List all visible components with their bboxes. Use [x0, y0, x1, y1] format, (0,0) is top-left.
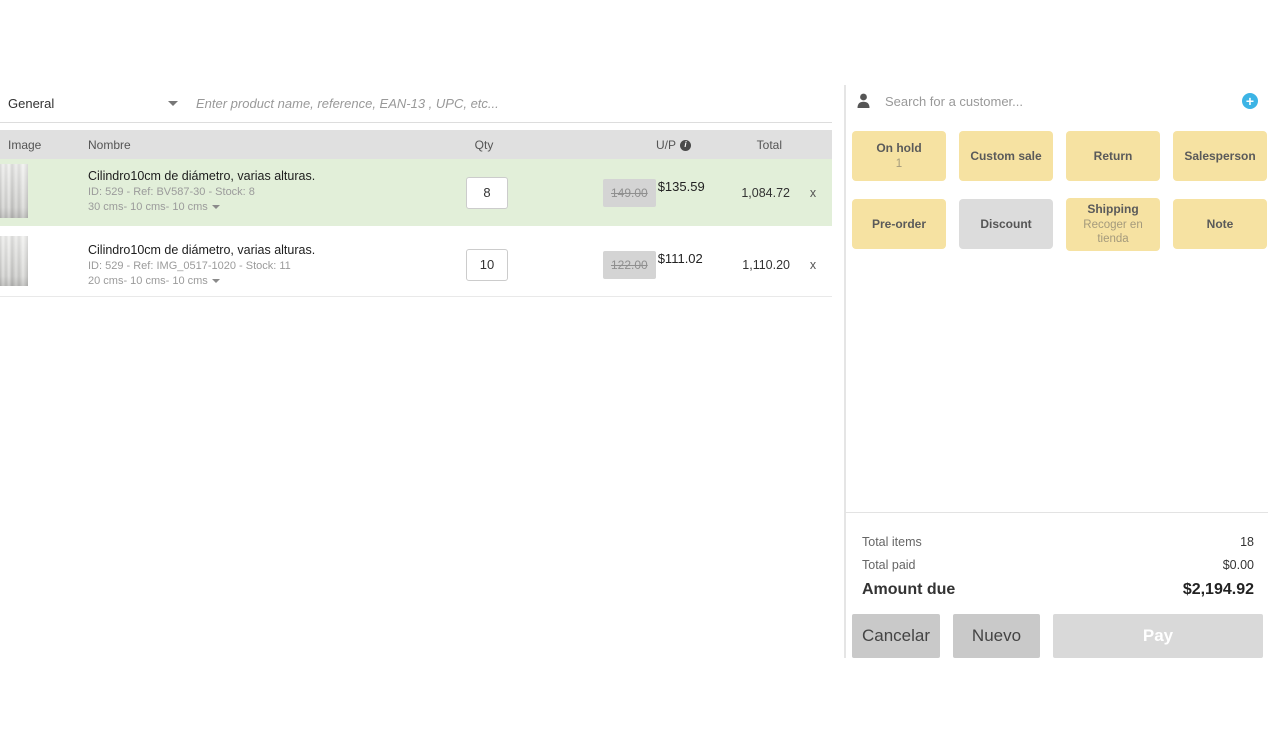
totals-divider: [845, 512, 1268, 513]
return-label: Return: [1093, 148, 1133, 163]
product-info: Cilindro10cm de diámetro, varias alturas…: [88, 169, 315, 213]
custom-sale-label: Custom sale: [970, 148, 1042, 163]
on-hold-button[interactable]: On hold 1: [852, 131, 946, 181]
total-items-row: Total items 18: [862, 535, 1254, 549]
customer-search-input[interactable]: [883, 92, 1242, 110]
add-customer-button[interactable]: +: [1242, 93, 1258, 109]
customer-search-bar: +: [856, 88, 1258, 114]
note-button[interactable]: Note: [1173, 199, 1267, 250]
panel-divider: [844, 85, 846, 658]
chevron-down-icon: [211, 205, 220, 209]
return-button[interactable]: Return: [1066, 131, 1160, 181]
product-name: Cilindro10cm de diámetro, varias alturas…: [88, 169, 316, 183]
order-totals: Total items 18 Total paid $0.00 Amount d…: [862, 535, 1254, 608]
qty-input[interactable]: [466, 248, 508, 281]
custom-sale-button[interactable]: Custom sale: [959, 131, 1053, 181]
current-price: $111.02: [657, 250, 703, 266]
amount-due-label: Amount due: [862, 581, 956, 598]
pos-action-buttons: On hold 1 Custom sale Return Salesperson…: [852, 131, 1267, 251]
product-variant-label: 20 cms- 10 cms- 10 cms: [88, 275, 208, 287]
shipping-button[interactable]: Shipping Recoger en tienda: [1066, 198, 1160, 251]
column-header-qty: Qty: [474, 138, 494, 152]
remove-item-button[interactable]: x: [806, 186, 820, 200]
cart-table-header: Image Nombre Qty U/P i Total: [0, 130, 832, 160]
cart-row: Cilindro10cm de diámetro, varias alturas…: [0, 233, 832, 297]
column-header-name: Nombre: [88, 138, 131, 152]
note-label: Note: [1206, 216, 1234, 231]
on-hold-count: 1: [895, 157, 903, 170]
current-price: $135.59: [657, 178, 705, 194]
chevron-down-icon: [211, 279, 220, 283]
product-variant-label: 30 cms- 10 cms- 10 cms: [88, 201, 208, 213]
cancel-button[interactable]: Cancelar: [852, 614, 940, 658]
column-header-image: Image: [8, 138, 42, 152]
salesperson-button[interactable]: Salesperson: [1173, 131, 1267, 181]
shipping-method-label: Recoger en tienda: [1083, 219, 1143, 246]
product-info: Cilindro10cm de diámetro, varias alturas…: [88, 243, 315, 287]
product-meta: ID: 529 - Ref: BV587-30 - Stock: 8: [88, 186, 255, 198]
total-items-label: Total items: [862, 535, 922, 549]
shipping-label: Shipping: [1087, 202, 1139, 216]
total-items-value: 18: [1240, 535, 1254, 549]
old-price: 149.00: [603, 178, 656, 207]
unit-price-label: U/P: [656, 138, 677, 152]
pre-order-label: Pre-order: [871, 216, 927, 231]
unit-price: 149.00 $135.59: [603, 178, 705, 207]
amount-due-value: $2,194.92: [1182, 581, 1254, 598]
pre-order-button[interactable]: Pre-order: [852, 199, 946, 250]
salesperson-label: Salesperson: [1184, 148, 1256, 163]
product-variant-dropdown[interactable]: 20 cms- 10 cms- 10 cms: [88, 275, 315, 287]
discount-label: Discount: [980, 216, 1032, 231]
category-dropdown[interactable]: General: [0, 96, 178, 111]
column-header-unit-price: U/P i: [656, 138, 692, 152]
product-search-bar: General: [0, 85, 832, 123]
remove-item-button[interactable]: x: [806, 258, 820, 272]
cart-row: Cilindro10cm de diámetro, varias alturas…: [0, 159, 832, 226]
column-header-total: Total: [756, 138, 782, 152]
on-hold-label: On hold: [876, 140, 922, 155]
unit-price: 122.00 $111.02: [603, 250, 703, 279]
person-icon: [856, 93, 871, 109]
product-meta: ID: 529 - Ref: IMG_0517-1020 - Stock: 11: [88, 260, 291, 272]
new-order-button[interactable]: Nuevo: [953, 614, 1040, 658]
total-paid-row: Total paid $0.00: [862, 558, 1254, 572]
product-variant-dropdown[interactable]: 30 cms- 10 cms- 10 cms: [88, 201, 315, 213]
info-icon[interactable]: i: [680, 139, 692, 151]
category-dropdown-value: General: [8, 96, 55, 111]
row-total: 1,110.20: [742, 257, 790, 272]
product-search-input[interactable]: [194, 95, 718, 112]
product-image: [0, 164, 28, 218]
product-image: [0, 236, 28, 286]
total-paid-label: Total paid: [862, 558, 916, 572]
chevron-down-icon: [168, 101, 178, 106]
discount-button[interactable]: Discount: [959, 199, 1053, 250]
old-price: 122.00: [603, 250, 656, 279]
amount-due-row: Amount due $2,194.92: [862, 581, 1254, 599]
row-total: 1,084.72: [741, 185, 790, 200]
qty-input[interactable]: [466, 176, 508, 209]
total-paid-value: $0.00: [1222, 558, 1254, 572]
checkout-actions: Cancelar Nuevo Pay: [852, 614, 1263, 658]
pay-button[interactable]: Pay: [1053, 614, 1263, 658]
product-name: Cilindro10cm de diámetro, varias alturas…: [88, 243, 316, 257]
